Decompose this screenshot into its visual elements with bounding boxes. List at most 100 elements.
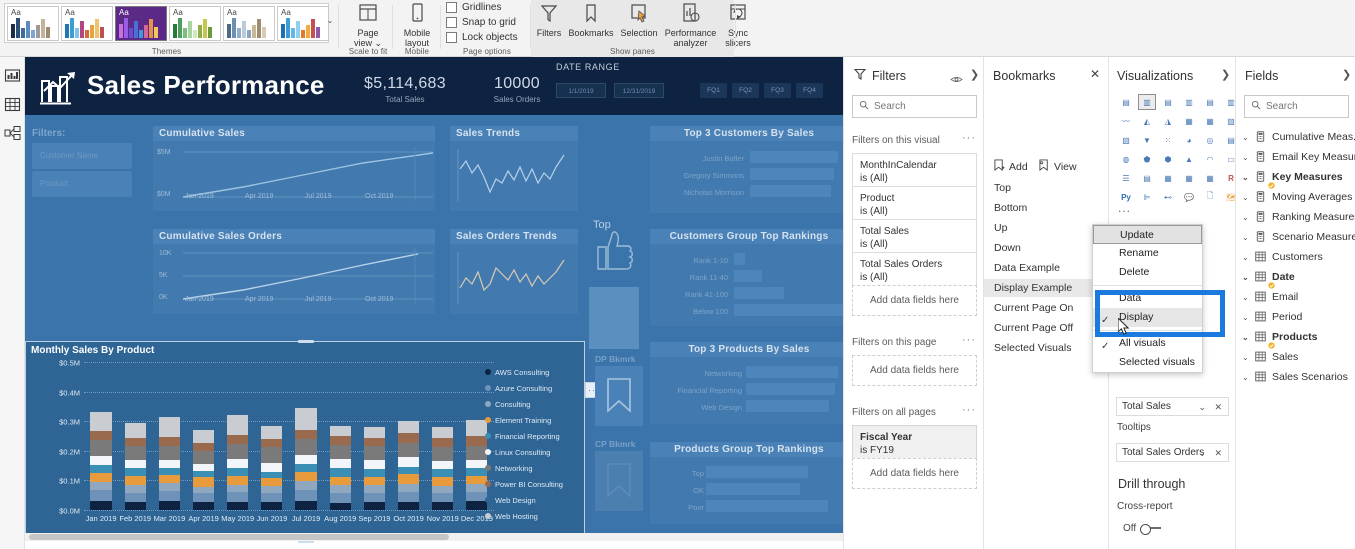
legend-item[interactable]: Financial Reporting — [485, 428, 563, 444]
field-item-moving-averages[interactable]: ⌄ Moving Averages — [1236, 187, 1355, 207]
well-field-controls[interactable]: ⌄ ✕ — [1198, 398, 1225, 416]
theme-colorful[interactable]: Aa — [61, 5, 113, 41]
field-item-products[interactable]: ⌄ Products — [1236, 327, 1355, 349]
panel-sales-trends[interactable]: Sales Trends — [450, 126, 578, 214]
slicer-customer-name[interactable]: Customer Name — [32, 143, 132, 169]
panel-sales-orders-trends[interactable]: Sales Orders Trends — [450, 229, 578, 317]
show-pane-button-performance[interactable]: Performance analyzer — [662, 2, 719, 48]
filters-drop-zone[interactable]: Add data fields here — [852, 355, 977, 386]
area-chart-icon[interactable]: ◭ — [1138, 113, 1156, 129]
chevron-down-icon[interactable]: ⌄ — [1242, 233, 1251, 242]
quarter-button-fq2[interactable]: FQ2 — [732, 83, 759, 98]
chart-bar[interactable] — [295, 407, 317, 510]
bookmark-holder-dp[interactable] — [595, 366, 643, 426]
chevron-right-icon[interactable]: ❯ — [970, 68, 979, 81]
clustered-bar-chart-icon[interactable]: ▤ — [1159, 94, 1177, 110]
well-field-total-sales-orders[interactable]: Total Sales Orders ⌄ ✕ — [1116, 443, 1229, 462]
legend-item[interactable]: Azure Consulting — [485, 380, 563, 396]
quarter-button-fq3[interactable]: FQ3 — [764, 83, 791, 98]
checkbox-gridlines[interactable]: Gridlines — [446, 2, 501, 13]
field-item-email-key-measur[interactable]: ⌄ Email Key Measur... — [1236, 147, 1355, 167]
bookmark-item[interactable]: Current Page Off — [984, 319, 1109, 337]
chart-bar[interactable] — [397, 420, 420, 510]
show-pane-button-filters[interactable]: Filters — [533, 2, 565, 38]
chevron-down-icon[interactable]: ⌄ — [1242, 373, 1251, 382]
legend-item[interactable]: Networking — [485, 460, 563, 476]
chart-bar[interactable] — [329, 425, 351, 510]
key-influencers-icon[interactable]: ⊫ — [1138, 189, 1156, 205]
scatter-chart-icon[interactable]: ⁙ — [1159, 132, 1177, 148]
panel-cumulative-sales-orders[interactable]: Cumulative Sales Orders 10K 5K 0K Jan 20… — [153, 229, 435, 317]
chart-bar[interactable] — [90, 412, 112, 510]
multi-row-card-icon[interactable]: ☰ — [1117, 170, 1135, 186]
close-icon[interactable]: ✕ — [1090, 67, 1100, 81]
filters-drop-zone[interactable]: Add data fields here — [852, 285, 977, 316]
page-view-button[interactable]: Page view ⌄ — [344, 2, 392, 48]
bookmark-item[interactable]: Selected Visuals — [984, 339, 1109, 357]
quarter-button-fq4[interactable]: FQ4 — [796, 83, 823, 98]
filters-drop-zone[interactable]: Add data fields here — [852, 458, 977, 489]
donut-chart-icon[interactable]: ◎ — [1201, 132, 1219, 148]
chart-bar[interactable] — [261, 426, 283, 510]
chart-bar[interactable] — [432, 427, 454, 510]
report-view-icon[interactable] — [4, 67, 21, 84]
canvas-horizontal-scrollbar[interactable] — [25, 533, 843, 541]
chevron-right-icon[interactable]: ❯ — [1342, 68, 1351, 81]
map-icon[interactable]: ◍ — [1117, 151, 1135, 167]
legend-item[interactable]: Web Design — [485, 492, 563, 508]
eye-icon[interactable] — [950, 71, 963, 89]
checkbox-box[interactable] — [446, 17, 457, 28]
field-item-sales-scenarios[interactable]: ⌄ Sales Scenarios — [1236, 367, 1355, 387]
field-item-date[interactable]: ⌄ Date — [1236, 267, 1355, 289]
visualizations-more-icon[interactable]: ... — [1118, 201, 1131, 215]
chart-bar[interactable] — [192, 430, 215, 510]
toggle-switch-icon[interactable] — [1140, 524, 1162, 535]
chevron-down-icon[interactable]: ⌄ — [1242, 213, 1251, 222]
bookmark-holder-cp[interactable] — [595, 451, 643, 511]
100-stacked-bar-chart-icon[interactable]: ▤ — [1201, 94, 1219, 110]
theme-default[interactable]: Aa — [7, 5, 59, 41]
field-item-period[interactable]: ⌄ Period — [1236, 307, 1355, 327]
chart-bar[interactable] — [227, 415, 249, 510]
stacked-area-chart-icon[interactable]: ◮ — [1159, 113, 1177, 129]
panel-cumulative-sales[interactable]: Cumulative Sales $5M $0M Jan 2019 Apr 20… — [153, 126, 435, 214]
paginated-report-icon[interactable]: 🗋 — [1201, 189, 1219, 205]
theme-muted[interactable]: Aa — [223, 5, 275, 41]
chevron-down-icon[interactable]: ⌄ — [1242, 153, 1251, 162]
clustered-column-chart-icon[interactable]: ▥ — [1180, 94, 1198, 110]
field-item-scenario-measures[interactable]: ⌄ Scenario Measures — [1236, 227, 1355, 247]
funnel-chart-icon[interactable]: ▼ — [1138, 132, 1156, 148]
decomposition-tree-icon[interactable]: ⊷ — [1159, 189, 1177, 205]
checkbox-box[interactable] — [446, 32, 457, 43]
legend-item[interactable]: Consulting — [485, 396, 563, 412]
chevron-down-icon[interactable]: ⌄ — [1242, 173, 1251, 182]
line-chart-icon[interactable]: 〰 — [1117, 113, 1135, 129]
chart-bar[interactable] — [158, 416, 180, 510]
resize-handle-top[interactable] — [298, 340, 314, 343]
checkbox-box[interactable] — [446, 2, 457, 13]
bookmark-context-menu[interactable]: Update Rename Delete Data ✓ Display ✓ All vis… — [1092, 224, 1203, 373]
show-pane-button-bookmarks[interactable]: Bookmarks — [566, 2, 616, 38]
bookmark-item[interactable]: Display Example — [984, 279, 1109, 297]
date-range-start-input[interactable]: 1/1/2019 — [556, 83, 606, 98]
filters-section-more-icon[interactable]: ··· — [962, 334, 976, 346]
show-pane-button-sync[interactable]: Sync slicers — [720, 2, 756, 48]
chevron-down-icon[interactable]: ⌄ — [1242, 133, 1251, 142]
kpi-icon[interactable]: ▤ — [1138, 170, 1156, 186]
panel-customers-rankings[interactable]: Customers Group Top Rankings Rank 1-10 Ra… — [650, 229, 843, 329]
matrix-icon[interactable]: ▦ — [1201, 170, 1219, 186]
table-icon[interactable]: ▦ — [1180, 170, 1198, 186]
panel-top-customers[interactable]: Top 3 Customers By Sales Justin Butler Gr… — [650, 126, 843, 216]
field-item-key-measures[interactable]: ⌄ Key Measures — [1236, 167, 1355, 189]
chart-bar[interactable] — [363, 426, 385, 510]
checkbox-lock-objects[interactable]: Lock objects — [446, 32, 518, 43]
themes-more-icon[interactable]: ⌄ — [325, 14, 335, 28]
legend-item[interactable]: Linux Consulting — [485, 444, 563, 460]
legend-item[interactable]: Element Training — [485, 412, 563, 428]
legend-item[interactable]: Power BI Consulting — [485, 476, 563, 492]
filters-section-more-icon[interactable]: ··· — [962, 132, 976, 144]
chevron-down-icon[interactable]: ⌄ — [1242, 273, 1251, 282]
chart-bar[interactable] — [124, 422, 146, 510]
field-item-email[interactable]: ⌄ Email — [1236, 287, 1355, 307]
panel-top-products[interactable]: Top 3 Products By Sales Networking Financ… — [650, 342, 843, 427]
